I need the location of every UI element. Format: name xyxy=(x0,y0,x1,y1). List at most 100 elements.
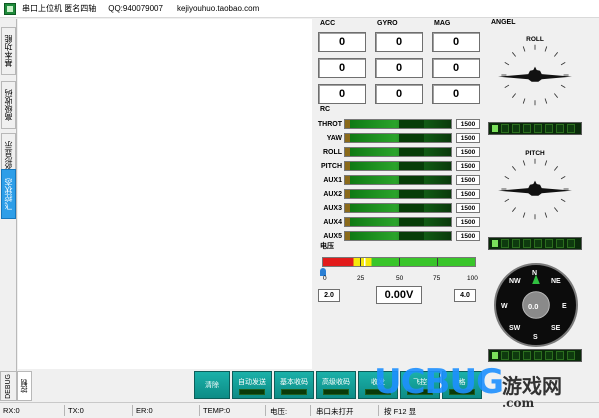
rc-panel: RC THROT 1500 YAW 1500 ROLL 1500 PITCH 1500 … xyxy=(314,106,484,242)
voltage-scale-0: 0 xyxy=(323,275,327,282)
status-temp: TEMP:0 xyxy=(203,406,231,415)
gyro-y-value: 0 xyxy=(375,58,423,78)
left-tab-strip: 基本功能 高级收码 波形显示 飞控状态 xyxy=(0,19,17,401)
status-voltage-label: 电压: xyxy=(270,407,288,416)
flight-control-button[interactable]: 飞控 xyxy=(400,371,440,399)
mag-title: MAG xyxy=(434,20,451,27)
rc-channel-value: 1500 xyxy=(456,189,480,199)
compass-ne: NE xyxy=(551,278,561,285)
voltage-title: 电压 xyxy=(320,243,334,250)
compass-se: SE xyxy=(551,325,561,332)
window-title: 串口上位机 匿名四轴 xyxy=(22,4,97,13)
tab-debug[interactable]: DEBUG xyxy=(0,371,17,401)
mag-x-value: 0 xyxy=(432,32,480,52)
rc-channel-label: ROLL xyxy=(322,148,342,156)
title-bar: 串口上位机 匿名四轴 QQ:940079007 kejiyouhuo.taoba… xyxy=(0,0,599,18)
acc-z-value: 0 xyxy=(318,84,366,104)
rc-level-bar xyxy=(344,161,452,171)
clear-button[interactable]: 清除 xyxy=(194,371,230,399)
compass-n: N xyxy=(532,270,538,277)
rx-tx-button[interactable]: 收发 xyxy=(358,371,398,399)
rc-channel-value: 1500 xyxy=(456,217,480,227)
compass-sw: SW xyxy=(509,325,521,332)
rc-row: AUX2 1500 xyxy=(314,188,482,200)
rc-row: AUX3 1500 xyxy=(314,202,482,214)
auto-send-button[interactable]: 自动发送 xyxy=(232,371,272,399)
rc-channel-value: 1500 xyxy=(456,147,480,157)
compass-s: S xyxy=(533,334,538,341)
rc-channel-value: 1500 xyxy=(456,119,480,129)
rc-row: AUX4 1500 xyxy=(314,216,482,228)
compass-e: E xyxy=(562,303,567,310)
gyro-x-value: 0 xyxy=(375,32,423,52)
voltage-min: 2.0 xyxy=(318,289,340,302)
rc-row: PITCH 1500 xyxy=(314,160,482,172)
tab-control[interactable]: 控制 xyxy=(17,371,32,401)
rc-channel-label: YAW xyxy=(326,134,342,142)
rc-channel-value: 1500 xyxy=(456,231,480,241)
tab-debug-label: DEBUG xyxy=(5,373,12,399)
rc-level-bar xyxy=(344,189,452,199)
rc-level-bar xyxy=(344,203,452,213)
tab-advanced-rx-label: 高级收码 xyxy=(4,89,13,121)
rc-channel-label: AUX2 xyxy=(323,190,342,198)
rc-channel-value: 1500 xyxy=(456,175,480,185)
rc-channel-label: AUX1 xyxy=(323,176,342,184)
compass-w: W xyxy=(501,303,508,310)
tab-advanced-rx[interactable]: 高级收码 xyxy=(1,81,16,129)
rc-title: RC xyxy=(320,106,331,113)
app-icon xyxy=(4,2,16,15)
tab-control-label: 控制 xyxy=(20,379,28,393)
tab-flight-status[interactable]: 飞控状态 xyxy=(1,169,16,219)
roll-digital-readout xyxy=(488,122,582,135)
voltage-panel: 电压 0 25 50 75 100 2.0 0.00V 4.0 xyxy=(314,241,484,309)
display-area xyxy=(18,19,312,369)
angle-panel: ANGEL ROLL PITCH N NE E SE S SW W NW 0.0 xyxy=(487,19,585,369)
rc-level-bar xyxy=(344,217,452,227)
status-bar: RX:0 TX:0 ER:0 TEMP:0 电压: 串口未打开 按 F12 显 xyxy=(0,402,599,418)
acc-y-value: 0 xyxy=(318,58,366,78)
rc-channel-value: 1500 xyxy=(456,203,480,213)
acc-x-value: 0 xyxy=(318,32,366,52)
tab-basic[interactable]: 基本功能 xyxy=(1,27,16,75)
rc-level-bar xyxy=(344,175,452,185)
compass-heading: 0.0 xyxy=(528,302,539,311)
voltage-scale-75: 75 xyxy=(433,275,441,282)
watermark-cn: 游戏网 xyxy=(502,374,562,398)
status-port: 串口未打开 xyxy=(316,407,354,416)
voltage-scale-25: 25 xyxy=(357,275,365,282)
mag-z-value: 0 xyxy=(432,84,480,104)
advanced-rx-button[interactable]: 高级收码 xyxy=(316,371,356,399)
gyro-group: GYRO 0 0 0 xyxy=(371,19,425,110)
gyro-title: GYRO xyxy=(377,20,398,27)
status-tx: TX:0 xyxy=(68,406,84,415)
voltage-reading: 0.00V xyxy=(376,286,422,304)
tab-basic-label: 基本功能 xyxy=(4,35,13,67)
rc-channel-label: AUX5 xyxy=(323,232,342,240)
rc-channel-label: AUX3 xyxy=(323,204,342,212)
rc-channel-value: 1500 xyxy=(456,161,480,171)
rc-channel-label: THROT xyxy=(317,120,342,128)
status-er: ER:0 xyxy=(136,406,153,415)
voltage-max: 4.0 xyxy=(454,289,476,302)
rc-level-bar xyxy=(344,147,452,157)
rc-level-bar xyxy=(344,133,452,143)
rc-row: YAW 1500 xyxy=(314,132,482,144)
basic-rx-button[interactable]: 基本收码 xyxy=(274,371,314,399)
format-button[interactable]: 格 xyxy=(442,371,482,399)
rc-level-bar xyxy=(344,119,452,129)
tab-flight-status-label: 飞控状态 xyxy=(4,178,13,210)
rc-row: AUX1 1500 xyxy=(314,174,482,186)
roll-gauge xyxy=(498,44,572,106)
status-hint: 按 F12 显 xyxy=(384,407,417,416)
rc-channel-value: 1500 xyxy=(456,133,480,143)
acc-title: ACC xyxy=(320,20,336,27)
voltage-bar xyxy=(322,257,476,267)
mag-group: MAG 0 0 0 xyxy=(428,19,482,110)
rc-level-bar xyxy=(344,231,452,241)
gyro-z-value: 0 xyxy=(375,84,423,104)
sensor-panel: ACC 0 0 0 GYRO 0 0 0 MAG 0 0 0 xyxy=(314,19,484,107)
status-rx: RX:0 xyxy=(3,406,20,415)
voltage-scale-100: 100 xyxy=(467,275,478,282)
rc-channel-label: AUX4 xyxy=(323,218,342,226)
